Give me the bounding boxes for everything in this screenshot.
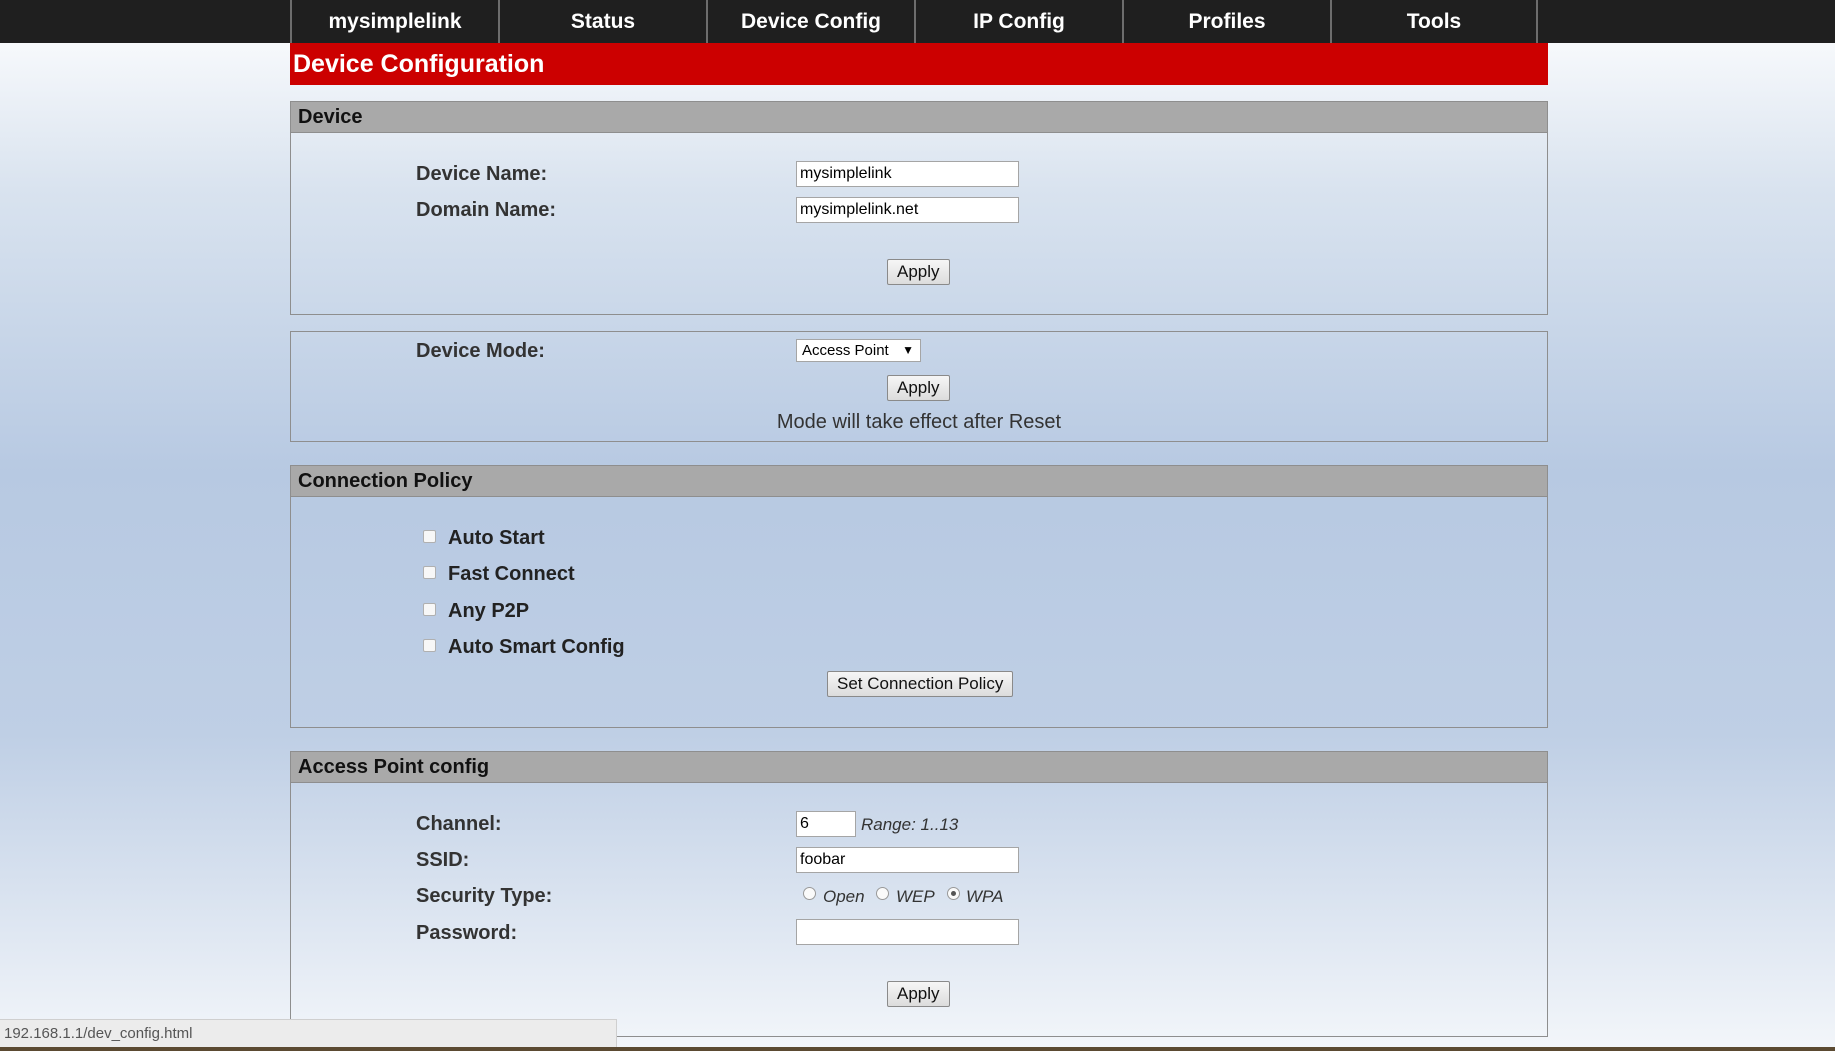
auto-start-label: Auto Start [448, 527, 545, 549]
security-wep-label: WEP [896, 887, 935, 906]
device-name-input[interactable] [796, 161, 1019, 187]
domain-name-input[interactable] [796, 197, 1019, 223]
mode-reset-note: Mode will take effect after Reset [776, 411, 1062, 433]
device-mode-panel: Device Mode: Access Point ▼ Apply Mode w… [290, 331, 1548, 442]
chevron-down-icon: ▼ [902, 343, 914, 357]
ssid-label: SSID: [416, 849, 470, 871]
connection-policy-panel: Connection Policy Auto Start Fast Connec… [290, 465, 1548, 728]
ssid-input[interactable] [796, 847, 1019, 873]
device-mode-selected-value: Access Point [802, 342, 889, 359]
device-mode-label: Device Mode: [416, 340, 545, 362]
nav-tab-tools[interactable]: Tools [1330, 0, 1538, 43]
security-type-label: Security Type: [416, 885, 553, 907]
device-panel-header: Device [291, 102, 1547, 133]
channel-input[interactable] [796, 811, 856, 837]
page-title: Device Configuration [290, 43, 1548, 85]
password-input[interactable] [796, 919, 1019, 945]
top-nav-bar: mysimplelink Status Device Config IP Con… [0, 0, 1835, 43]
auto-smart-config-checkbox[interactable] [423, 639, 436, 652]
channel-label: Channel: [416, 813, 502, 835]
ap-config-apply-button[interactable]: Apply [887, 981, 950, 1007]
nav-tab-status[interactable]: Status [498, 0, 706, 43]
browser-status-bar: 192.168.1.1/dev_config.html [0, 1019, 617, 1047]
password-label: Password: [416, 922, 518, 944]
device-panel: Device Device Name: Domain Name: Apply [290, 101, 1548, 315]
security-wpa-radio[interactable] [947, 887, 960, 900]
device-name-label: Device Name: [416, 163, 548, 185]
nav-tab-mysimplelink[interactable]: mysimplelink [290, 0, 498, 43]
nav-tab-profiles[interactable]: Profiles [1122, 0, 1330, 43]
ap-config-header: Access Point config [291, 752, 1547, 783]
device-mode-apply-button[interactable]: Apply [887, 375, 950, 401]
security-wpa-label: WPA [966, 887, 1004, 906]
fast-connect-checkbox[interactable] [423, 566, 436, 579]
any-p2p-checkbox[interactable] [423, 603, 436, 616]
set-connection-policy-button[interactable]: Set Connection Policy [827, 671, 1014, 697]
auto-start-checkbox[interactable] [423, 530, 436, 543]
connection-policy-header: Connection Policy [291, 466, 1547, 497]
channel-range-hint: Range: 1..13 [861, 815, 959, 834]
security-wep-radio[interactable] [876, 887, 889, 900]
device-mode-select[interactable]: Access Point ▼ [796, 339, 921, 362]
auto-smart-config-label: Auto Smart Config [448, 636, 625, 658]
domain-name-label: Domain Name: [416, 199, 557, 221]
nav-tab-device-config[interactable]: Device Config [706, 0, 914, 43]
ap-config-panel: Access Point config Channel: Range: 1..1… [290, 751, 1548, 1037]
security-open-radio[interactable] [803, 887, 816, 900]
any-p2p-label: Any P2P [448, 600, 530, 622]
nav-tabs: mysimplelink Status Device Config IP Con… [290, 0, 1538, 43]
device-apply-button[interactable]: Apply [887, 259, 950, 285]
security-open-label: Open [823, 887, 865, 906]
nav-tab-ip-config[interactable]: IP Config [914, 0, 1122, 43]
fast-connect-label: Fast Connect [448, 563, 575, 585]
bottom-edge-strip [0, 1047, 1835, 1051]
